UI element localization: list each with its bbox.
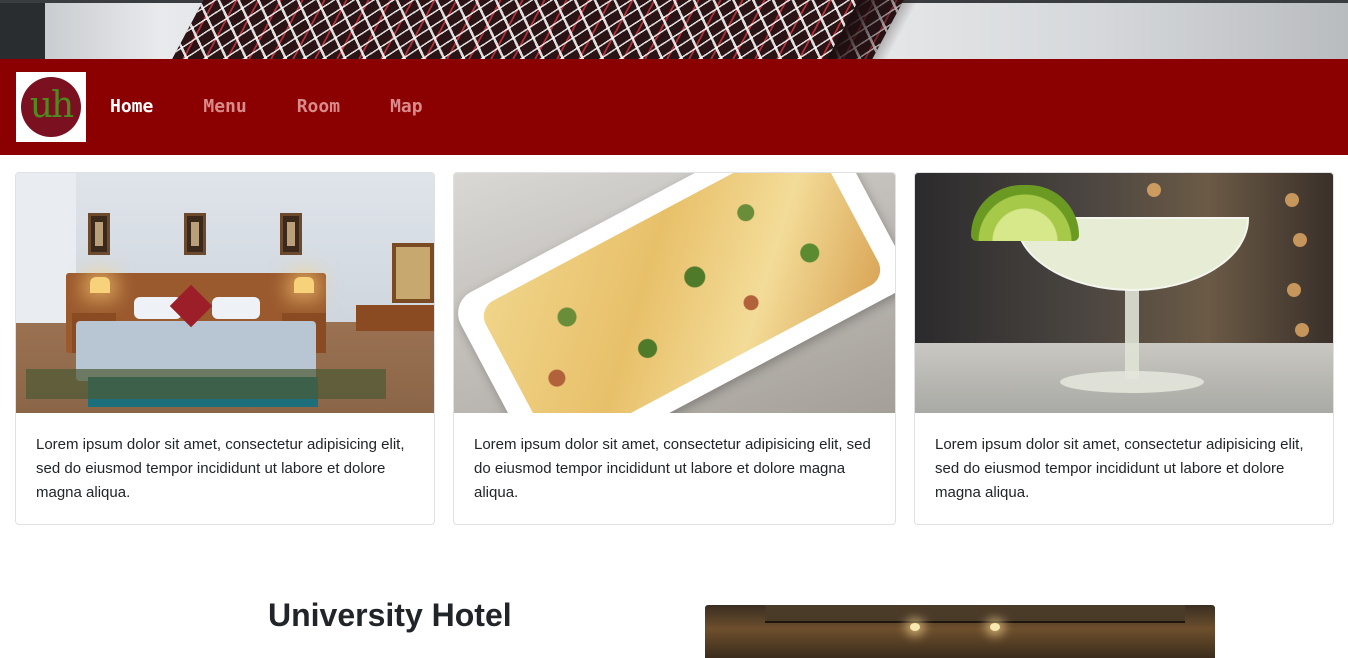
card-text: Lorem ipsum dolor sit amet, consectetur … [36, 436, 405, 501]
logo-text: uh [29, 85, 74, 126]
nav-menu: Home Menu Room Map [110, 95, 473, 119]
bedspread-pattern [161, 0, 909, 59]
hotel-logo[interactable]: uh [16, 72, 86, 142]
main-navbar: uh Home Menu Room Map [0, 59, 1348, 155]
section-title: University Hotel [268, 597, 512, 633]
card-text: Lorem ipsum dolor sit amet, consectetur … [935, 436, 1304, 501]
nav-item-menu[interactable]: Menu [203, 95, 246, 119]
baked-dish-image [454, 173, 895, 413]
cocktail-image [915, 173, 1333, 413]
nav-item-map[interactable]: Map [390, 95, 423, 119]
hotel-bedroom-image [16, 173, 434, 413]
card-text: Lorem ipsum dolor sit amet, consectetur … [474, 436, 871, 501]
hotel-interior-image [705, 605, 1215, 658]
card-room: Lorem ipsum dolor sit amet, consectetur … [15, 172, 435, 525]
card-menu: Lorem ipsum dolor sit amet, consectetur … [453, 172, 896, 525]
nav-item-room[interactable]: Room [297, 95, 340, 119]
hero-banner-image [0, 0, 1348, 59]
card-bar: Lorem ipsum dolor sit amet, consectetur … [914, 172, 1334, 525]
nav-item-home[interactable]: Home [110, 95, 153, 119]
